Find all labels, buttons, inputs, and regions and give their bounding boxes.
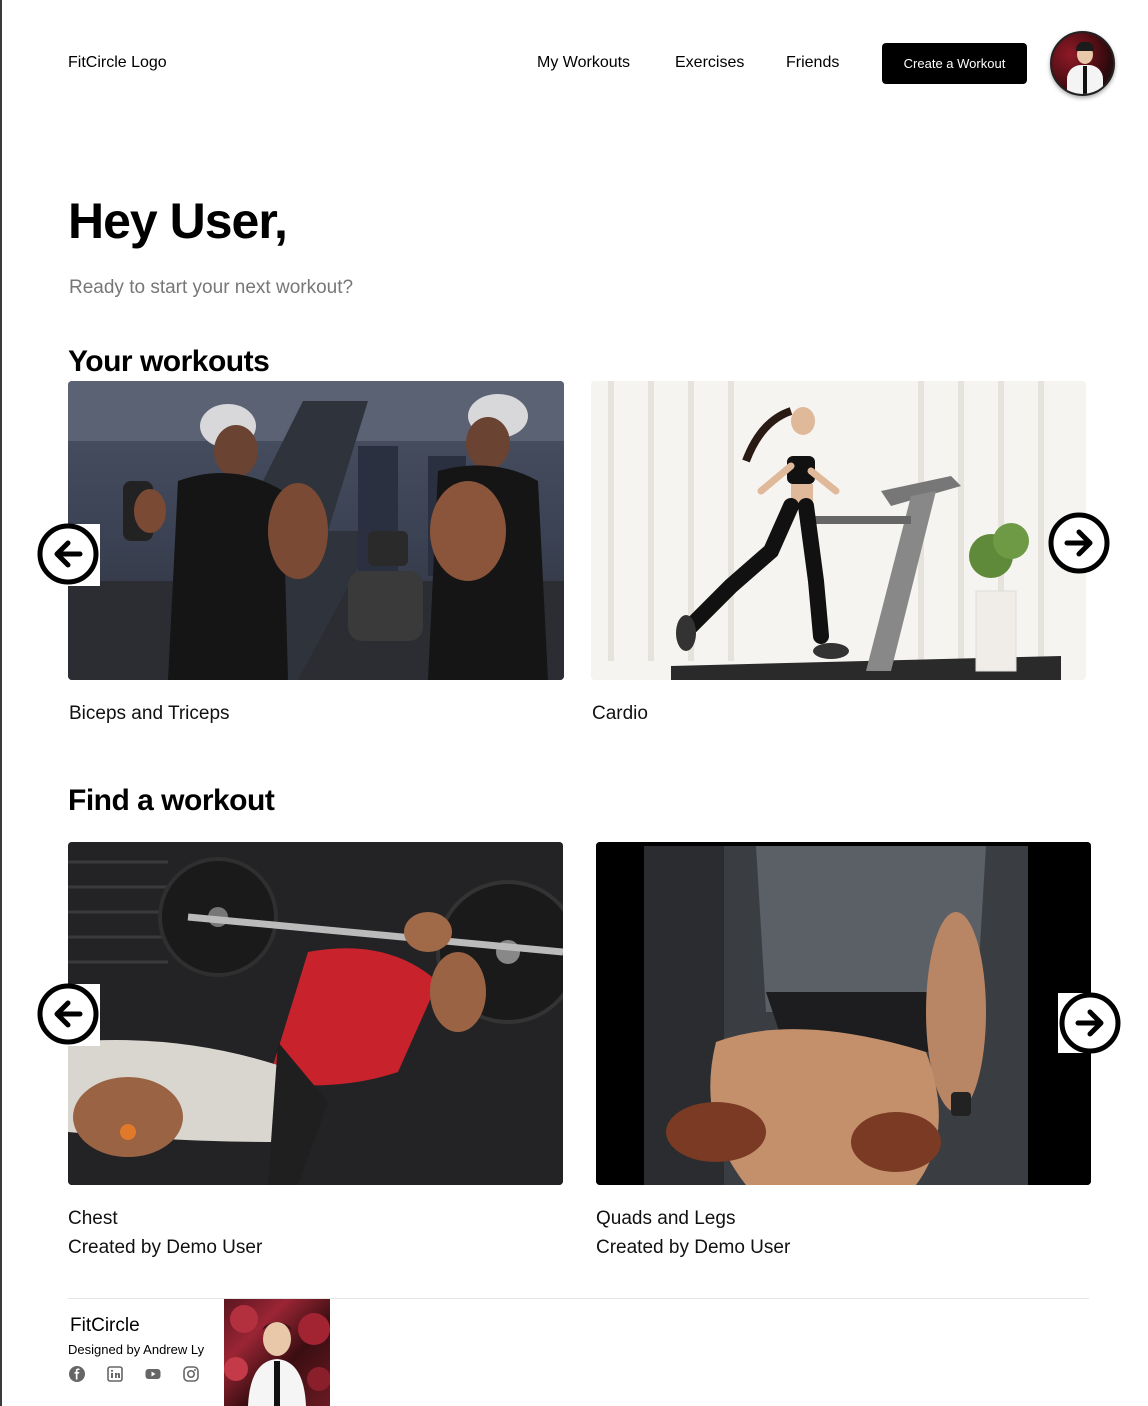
footer-divider [68, 1298, 1089, 1299]
find-workout-next-button[interactable] [1058, 991, 1122, 1055]
quads-legs-label: Quads and Legs [596, 1208, 736, 1229]
find-workout-title: Find a workout [68, 784, 275, 817]
nav-exercises[interactable]: Exercises [675, 54, 744, 72]
footer-credit: Designed by Andrew Ly [68, 1342, 205, 1357]
biceps-triceps-label: Biceps and Triceps [69, 703, 230, 724]
designer-photo [224, 1299, 330, 1406]
quads-legs-creator: Created by Demo User [596, 1237, 791, 1258]
chest-label: Chest [68, 1208, 118, 1229]
biceps-triceps-image[interactable] [68, 381, 564, 680]
quads-legs-image[interactable] [596, 842, 1091, 1185]
your-workouts-title: Your workouts [68, 345, 270, 378]
cardio-label: Cardio [592, 703, 648, 724]
nav-friends[interactable]: Friends [786, 54, 839, 72]
chest-creator: Created by Demo User [68, 1237, 263, 1258]
cardio-image[interactable] [591, 381, 1086, 680]
arrow-right-icon [1048, 512, 1110, 574]
greeting-heading: Hey User, [68, 193, 288, 249]
greeting-subtitle: Ready to start your next workout? [69, 277, 354, 298]
your-workouts-next-button[interactable] [1047, 511, 1111, 575]
instagram-icon[interactable] [182, 1365, 200, 1383]
youtube-icon[interactable] [144, 1365, 162, 1383]
site-logo[interactable]: FitCircle Logo [68, 54, 167, 72]
find-workout-prev-button[interactable] [36, 982, 100, 1046]
nav-my-workouts[interactable]: My Workouts [537, 54, 630, 72]
create-workout-button[interactable]: Create a Workout [882, 43, 1027, 84]
arrow-left-icon [37, 523, 99, 585]
user-avatar[interactable] [1050, 31, 1115, 96]
facebook-icon[interactable] [68, 1365, 86, 1383]
arrow-left-icon [37, 983, 99, 1045]
chest-image[interactable] [68, 842, 563, 1185]
footer-brand: FitCircle [70, 1315, 140, 1336]
arrow-right-icon [1059, 992, 1121, 1054]
your-workouts-prev-button[interactable] [36, 522, 100, 586]
avatar-tie [1083, 66, 1087, 94]
linkedin-icon[interactable] [106, 1365, 124, 1383]
avatar-hair [1076, 42, 1094, 51]
